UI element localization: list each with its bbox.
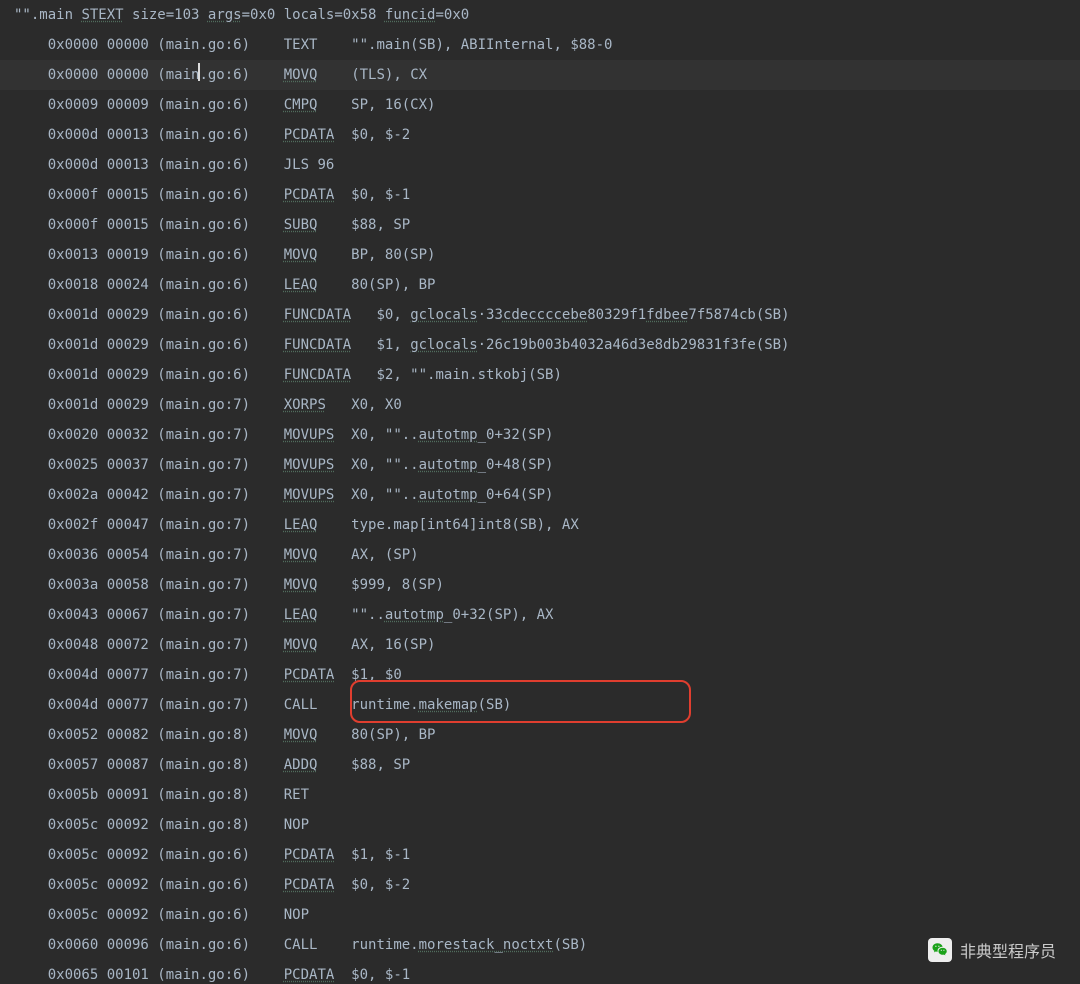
asm-line[interactable]: 0x000f 00015 (main.go:6) PCDATA $0, $-1	[0, 180, 1080, 210]
asm-line[interactable]: 0x001d 00029 (main.go:6) FUNCDATA $2, ""…	[0, 360, 1080, 390]
asm-line[interactable]: 0x005c 00092 (main.go:6) NOP	[0, 900, 1080, 930]
asm-line[interactable]: 0x000f 00015 (main.go:6) SUBQ $88, SP	[0, 210, 1080, 240]
asm-header-line[interactable]: "".main STEXT size=103 args=0x0 locals=0…	[0, 0, 1080, 30]
asm-line[interactable]: 0x005c 00092 (main.go:6) PCDATA $1, $-1	[0, 840, 1080, 870]
asm-line[interactable]: 0x002f 00047 (main.go:7) LEAQ type.map[i…	[0, 510, 1080, 540]
assembly-editor[interactable]: "".main STEXT size=103 args=0x0 locals=0…	[0, 0, 1080, 984]
wechat-icon	[928, 938, 952, 962]
asm-line[interactable]: 0x003a 00058 (main.go:7) MOVQ $999, 8(SP…	[0, 570, 1080, 600]
asm-line[interactable]: 0x0013 00019 (main.go:6) MOVQ BP, 80(SP)	[0, 240, 1080, 270]
asm-line[interactable]: 0x005c 00092 (main.go:6) PCDATA $0, $-2	[0, 870, 1080, 900]
asm-line[interactable]: 0x005c 00092 (main.go:8) NOP	[0, 810, 1080, 840]
watermark: 非典型程序员	[928, 938, 1056, 962]
asm-line[interactable]: 0x0018 00024 (main.go:6) LEAQ 80(SP), BP	[0, 270, 1080, 300]
asm-line[interactable]: 0x0043 00067 (main.go:7) LEAQ ""..autotm…	[0, 600, 1080, 630]
asm-line[interactable]: 0x004d 00077 (main.go:7) PCDATA $1, $0	[0, 660, 1080, 690]
asm-line[interactable]: 0x0060 00096 (main.go:6) CALL runtime.mo…	[0, 930, 1080, 960]
asm-line[interactable]: 0x001d 00029 (main.go:6) FUNCDATA $1, gc…	[0, 330, 1080, 360]
asm-line[interactable]: 0x000d 00013 (main.go:6) PCDATA $0, $-2	[0, 120, 1080, 150]
asm-line[interactable]: 0x0000 00000 (main.go:6) MOVQ (TLS), CX	[0, 60, 1080, 90]
asm-line[interactable]: 0x0000 00000 (main.go:6) TEXT "".main(SB…	[0, 30, 1080, 60]
asm-line[interactable]: 0x001d 00029 (main.go:6) FUNCDATA $0, gc…	[0, 300, 1080, 330]
asm-line[interactable]: 0x0036 00054 (main.go:7) MOVQ AX, (SP)	[0, 540, 1080, 570]
asm-line[interactable]: 0x0025 00037 (main.go:7) MOVUPS X0, ""..…	[0, 450, 1080, 480]
watermark-text: 非典型程序员	[960, 938, 1056, 962]
asm-line[interactable]: 0x000d 00013 (main.go:6) JLS 96	[0, 150, 1080, 180]
asm-line[interactable]: 0x001d 00029 (main.go:7) XORPS X0, X0	[0, 390, 1080, 420]
asm-line[interactable]: 0x0057 00087 (main.go:8) ADDQ $88, SP	[0, 750, 1080, 780]
asm-line[interactable]: 0x005b 00091 (main.go:8) RET	[0, 780, 1080, 810]
asm-line[interactable]: 0x004d 00077 (main.go:7) CALL runtime.ma…	[0, 690, 1080, 720]
asm-line[interactable]: 0x0052 00082 (main.go:8) MOVQ 80(SP), BP	[0, 720, 1080, 750]
asm-line[interactable]: 0x0020 00032 (main.go:7) MOVUPS X0, ""..…	[0, 420, 1080, 450]
asm-line[interactable]: 0x002a 00042 (main.go:7) MOVUPS X0, ""..…	[0, 480, 1080, 510]
asm-line[interactable]: 0x0065 00101 (main.go:6) PCDATA $0, $-1	[0, 960, 1080, 984]
asm-line[interactable]: 0x0048 00072 (main.go:7) MOVQ AX, 16(SP)	[0, 630, 1080, 660]
asm-line[interactable]: 0x0009 00009 (main.go:6) CMPQ SP, 16(CX)	[0, 90, 1080, 120]
